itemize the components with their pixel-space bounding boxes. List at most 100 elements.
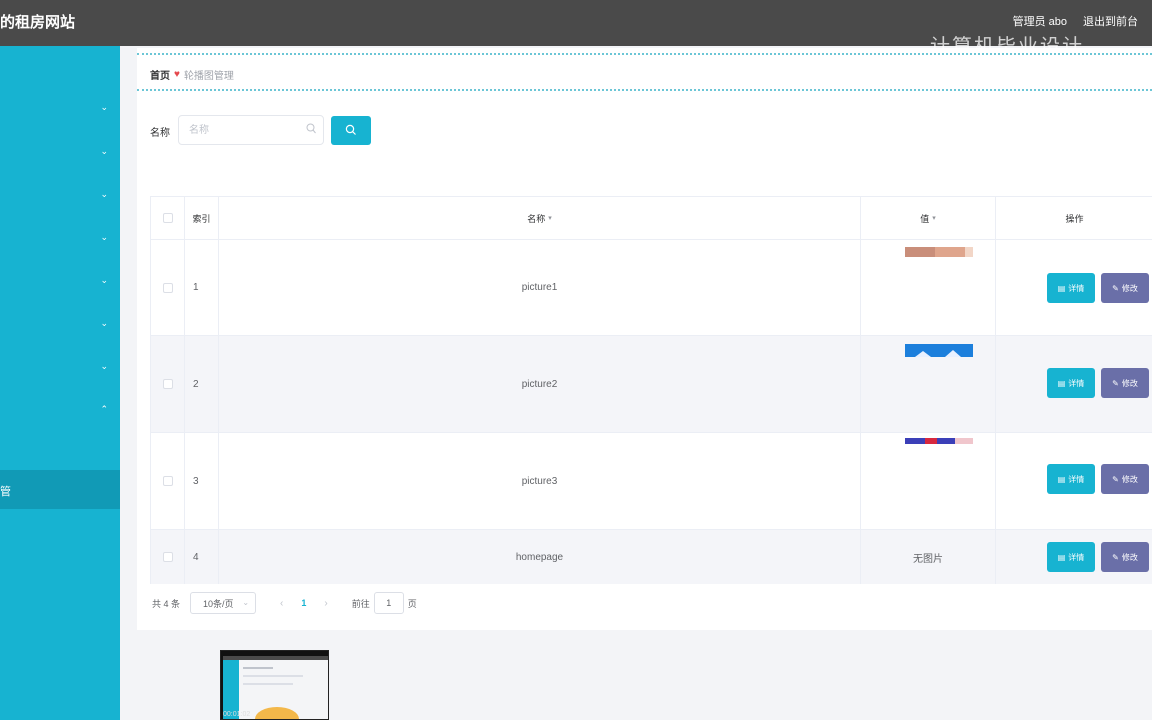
page-suffix: 页 — [407, 598, 417, 609]
chevron-up-icon: ⌃ — [100, 404, 108, 414]
row-index: 4 — [185, 530, 219, 584]
edit-icon: ✎ — [1112, 474, 1119, 484]
row-thumbnail-image — [905, 247, 973, 257]
document-icon: ▤ — [1057, 378, 1066, 388]
row-select-cell — [151, 530, 185, 584]
top-bar: 的租房网站 计算机毕业设计 管理员 abo 退出到前台 — [0, 0, 1152, 58]
row-name: picture1 — [219, 240, 861, 335]
search-icon — [306, 123, 316, 134]
detail-button-label: 详情 — [1068, 552, 1085, 562]
row-index: 1 — [185, 240, 219, 335]
edit-button-label: 修改 — [1121, 552, 1138, 562]
prev-page-icon[interactable]: ‹ — [280, 598, 283, 609]
breadcrumb-current: 轮播图管理 — [183, 71, 234, 82]
edit-button-label: 修改 — [1121, 378, 1138, 388]
row-value-cell — [861, 336, 996, 432]
detail-button[interactable]: ▤ 详情 — [1047, 542, 1095, 572]
row-name: homepage — [219, 530, 861, 584]
table-row: 1 picture1 ▤ 详情 ✎ 修改 — [151, 239, 1152, 335]
data-table: 索引 名称 ▾ 值 ▾ 操作 1 picture1 ▤ 详情 ✎ 修改 2 pictur… — [150, 196, 1152, 584]
sidebar-menu-item-1[interactable]: ⌄ — [0, 100, 120, 120]
sidebar-active-label: 管 — [0, 486, 11, 498]
top-right-links: 管理员 abo 退出到前台 — [1013, 13, 1138, 29]
sidebar-submenu-carousel-active[interactable]: 管 — [0, 470, 120, 509]
row-thumbnail-image — [905, 438, 973, 444]
row-select-cell — [151, 240, 185, 335]
breadcrumb-home[interactable]: 首页 — [150, 67, 170, 82]
row-index: 2 — [185, 336, 219, 432]
detail-button[interactable]: ▤ 详情 — [1047, 368, 1095, 398]
pagination: 共 4 条 10条/页 ⌄ ‹ 1 › 前往 页 — [152, 592, 417, 614]
edit-button[interactable]: ✎ 修改 — [1101, 273, 1149, 303]
sort-icon[interactable]: ▾ — [548, 214, 552, 222]
chevron-down-icon: ⌄ — [100, 232, 108, 242]
column-header-value-label: 值 — [920, 213, 930, 224]
column-header-name-label: 名称 — [527, 213, 546, 224]
sidebar-menu-item-8-expanded[interactable]: ⌃ — [0, 402, 120, 422]
row-name: picture3 — [219, 433, 861, 529]
detail-button-label: 详情 — [1068, 283, 1085, 293]
row-checkbox[interactable] — [162, 552, 173, 562]
column-header-name[interactable]: 名称 ▾ — [219, 197, 861, 239]
row-name: picture2 — [219, 336, 861, 432]
search-input[interactable] — [178, 115, 324, 145]
sidebar-menu-item-7[interactable]: ⌄ — [0, 359, 120, 379]
video-frame-image — [221, 651, 328, 719]
edit-icon: ✎ — [1112, 378, 1119, 388]
row-value: 无图片 — [861, 530, 996, 584]
row-checkbox[interactable] — [162, 282, 173, 293]
select-all-checkbox[interactable] — [162, 213, 173, 223]
sidebar-menu-item-4[interactable]: ⌄ — [0, 230, 120, 250]
row-select-cell — [151, 433, 185, 529]
edit-icon: ✎ — [1112, 552, 1119, 562]
page-size-select[interactable]: 10条/页 ⌄ — [190, 592, 257, 614]
chevron-down-icon: ⌄ — [100, 318, 108, 328]
next-page-icon[interactable]: › — [324, 598, 327, 609]
sidebar-menu-item-5[interactable]: ⌄ — [0, 273, 120, 293]
search-icon — [345, 124, 356, 135]
sidebar-menu-item-2[interactable]: ⌄ — [0, 144, 120, 164]
column-header-value[interactable]: 值 ▾ — [861, 197, 996, 239]
heart-icon: ♥ — [174, 69, 180, 80]
goto-page-input[interactable] — [373, 592, 404, 614]
edit-button[interactable]: ✎ 修改 — [1101, 368, 1149, 398]
detail-button[interactable]: ▤ 详情 — [1047, 273, 1095, 303]
chevron-down-icon: ⌄ — [100, 102, 108, 112]
row-select-cell — [151, 336, 185, 432]
sort-icon[interactable]: ▾ — [932, 214, 936, 222]
column-header-index: 索引 — [185, 197, 219, 239]
detail-button-label: 详情 — [1068, 474, 1085, 484]
table-row: 4 homepage 无图片 ▤ 详情 ✎ 修改 — [151, 529, 1152, 584]
site-title: 的租房网站 — [0, 14, 76, 31]
row-checkbox[interactable] — [162, 476, 173, 486]
document-icon: ▤ — [1057, 283, 1066, 293]
search-button[interactable] — [331, 116, 371, 145]
goto-label: 前往 — [351, 598, 370, 609]
chevron-down-icon: ⌄ — [100, 146, 108, 156]
search-label: 名称 — [150, 128, 170, 139]
breadcrumb-divider-bottom — [137, 89, 1152, 91]
chevron-down-icon: ⌄ — [100, 361, 108, 371]
edit-button[interactable]: ✎ 修改 — [1101, 464, 1149, 494]
edit-button-label: 修改 — [1121, 474, 1138, 484]
row-index: 3 — [185, 433, 219, 529]
back-to-frontend-link[interactable]: 退出到前台 — [1083, 13, 1138, 29]
row-value-cell — [861, 240, 996, 335]
pagination-total: 共 4 条 — [152, 598, 181, 609]
detail-button[interactable]: ▤ 详情 — [1047, 464, 1095, 494]
admin-user-label[interactable]: 管理员 abo — [1013, 13, 1067, 29]
edit-icon: ✎ — [1112, 283, 1119, 293]
row-thumbnail-image — [905, 344, 973, 357]
row-value-cell — [861, 433, 996, 529]
sidebar-menu-item-3[interactable]: ⌄ — [0, 187, 120, 207]
breadcrumb: 首页 ♥ 轮播图管理 — [150, 67, 234, 82]
chevron-down-icon: ⌄ — [242, 598, 250, 607]
document-icon: ▤ — [1057, 552, 1066, 562]
edit-button[interactable]: ✎ 修改 — [1101, 542, 1149, 572]
document-icon: ▤ — [1057, 474, 1066, 484]
page-number-current[interactable]: 1 — [301, 598, 306, 608]
sidebar-menu-item-6[interactable]: ⌄ — [0, 316, 120, 336]
video-preview-thumbnail[interactable]: 00:01:02 — [220, 650, 329, 720]
row-checkbox[interactable] — [162, 379, 173, 389]
edit-button-label: 修改 — [1121, 283, 1138, 293]
